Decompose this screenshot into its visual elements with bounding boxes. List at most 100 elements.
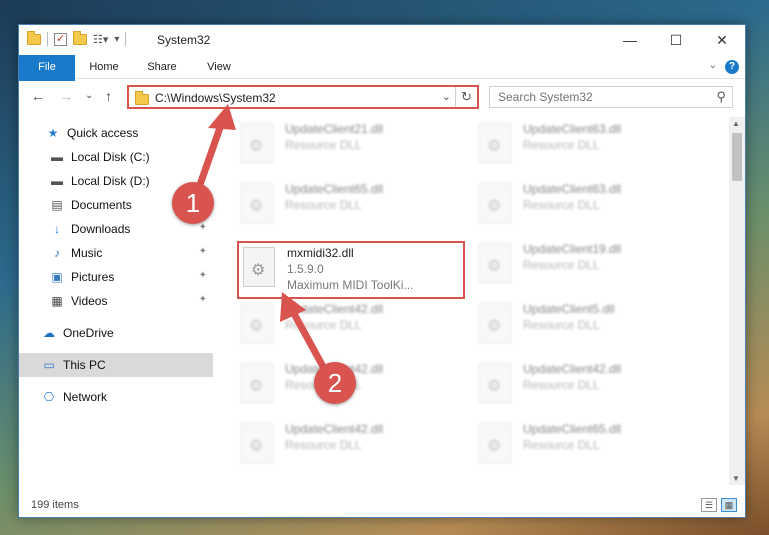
file-item[interactable]: UpdateClient63.dll Resource DLL (475, 179, 705, 231)
dll-file-icon (479, 123, 511, 163)
pin-icon[interactable]: ✦ (199, 222, 207, 233)
chevron-down-icon[interactable]: ▾ (114, 34, 119, 45)
sidebar-item-label: Videos (71, 294, 108, 308)
file-type: Resource DLL (285, 138, 362, 152)
navigation-pane: ★ Quick access ▬ Local Disk (C:) ▬ Local… (19, 117, 213, 485)
sidebar-item-network[interactable]: ⎔ Network (19, 385, 213, 409)
sidebar-item-label: Downloads (71, 222, 131, 236)
dll-file-icon (479, 243, 511, 283)
customize-toolbar-icon[interactable]: ☷▾ (93, 33, 108, 46)
music-icon: ♪ (54, 246, 60, 260)
file-item[interactable]: UpdateClient42.dll Resource DLL (475, 359, 705, 411)
file-item[interactable]: UpdateClient65.dll Resource DLL (237, 179, 467, 231)
dll-file-icon (479, 363, 511, 403)
forward-arrow-icon[interactable]: → (59, 88, 73, 104)
close-button[interactable]: ✕ (699, 25, 745, 55)
file-type: Resource DLL (285, 438, 362, 452)
file-name: UpdateClient63.dll (523, 182, 622, 196)
sidebar-item-this-pc[interactable]: ▭ This PC (19, 353, 213, 377)
file-item[interactable]: UpdateClient5.dll Resource DLL (475, 299, 705, 351)
file-type: Resource DLL (523, 138, 600, 152)
file-item[interactable]: UpdateClient19.dll Resource DLL (475, 239, 705, 291)
pin-icon[interactable]: ✦ (199, 270, 207, 281)
item-count: 199 items (31, 499, 79, 511)
dll-file-icon (479, 423, 511, 463)
file-name: UpdateClient65.dll (523, 422, 622, 436)
back-arrow-icon[interactable]: ← (31, 88, 45, 104)
sidebar-item-label: Music (71, 246, 103, 260)
dll-file-icon (241, 423, 273, 463)
scrollbar-thumb[interactable] (732, 133, 742, 181)
file-item-mxmidi32[interactable]: mxmidi32.dll 1.5.9.0 Maximum MIDI ToolKi… (237, 241, 465, 299)
file-item[interactable]: UpdateClient65.dll Resource DLL (475, 419, 705, 471)
sidebar-item-pictures[interactable]: ▣ Pictures ✦ (19, 265, 213, 289)
status-bar: 199 items ☰ ▦ (19, 495, 745, 517)
file-name: UpdateClient42.dll (523, 362, 622, 376)
file-description: Maximum MIDI ToolKi... (287, 278, 414, 292)
search-box[interactable]: ⚲ (489, 86, 733, 108)
file-type: Resource DLL (523, 438, 600, 452)
file-item[interactable]: UpdateClient42.dll Resource DLL (237, 299, 467, 351)
dll-file-icon (241, 303, 273, 343)
sidebar-item-label: Documents (71, 198, 132, 212)
recent-locations-icon[interactable]: ⌄ (85, 90, 93, 101)
details-view-icon[interactable]: ☰ (701, 498, 717, 512)
maximize-button[interactable]: ☐ (653, 25, 699, 55)
minimize-button[interactable]: — (607, 25, 653, 55)
drive-icon: ▬ (51, 174, 63, 188)
file-type: Resource DLL (523, 318, 600, 332)
up-arrow-icon[interactable]: ↑ (105, 88, 112, 104)
properties-icon[interactable] (54, 32, 67, 46)
file-type: Resource DLL (523, 198, 600, 212)
sidebar-item-music[interactable]: ♪ Music ✦ (19, 241, 213, 265)
address-bar[interactable]: C:\Windows\System32 ⌄ ↻ (127, 85, 479, 109)
sidebar-item-label: This PC (63, 358, 106, 372)
chevron-down-icon[interactable]: ⌄ (442, 90, 451, 103)
sidebar-item-quick-access[interactable]: ★ Quick access (19, 121, 213, 145)
vertical-scrollbar[interactable]: ▲ ▼ (729, 117, 745, 485)
help-icon[interactable]: ? (725, 60, 739, 74)
refresh-icon[interactable]: ↻ (455, 87, 477, 107)
tab-home[interactable]: Home (81, 55, 127, 79)
tiles-view-icon[interactable]: ▦ (721, 498, 737, 512)
pin-icon[interactable]: ✦ (199, 246, 207, 257)
dll-file-icon (241, 363, 273, 403)
document-icon: ▤ (51, 198, 63, 212)
quick-access-toolbar: ☷▾ ▾ (27, 30, 127, 46)
sidebar-item-label: Pictures (71, 270, 115, 284)
cloud-icon: ☁ (43, 326, 55, 340)
ribbon-tabs: File Home Share View ⌄ ? (19, 55, 745, 107)
scroll-up-icon[interactable]: ▲ (732, 119, 740, 128)
file-name: UpdateClient65.dll (285, 182, 384, 196)
sidebar-item-local-disk-c[interactable]: ▬ Local Disk (C:) (19, 145, 213, 169)
file-version: 1.5.9.0 (287, 262, 324, 276)
step-1-badge: 1 (172, 182, 214, 224)
computer-icon: ▭ (43, 358, 55, 372)
address-path[interactable]: C:\Windows\System32 (155, 91, 276, 105)
file-explorer-window: ☷▾ ▾ System32 — ☐ ✕ File Home Share View… (18, 24, 746, 518)
tab-view[interactable]: View (197, 55, 241, 79)
sidebar-item-onedrive[interactable]: ☁ OneDrive (19, 321, 213, 345)
file-item[interactable]: UpdateClient42.dll Resource DLL (237, 419, 467, 471)
dll-file-icon (241, 183, 273, 223)
file-item[interactable]: UpdateClient63.dll Resource DLL (475, 119, 705, 171)
sidebar-item-videos[interactable]: ▦ Videos ✦ (19, 289, 213, 313)
file-item[interactable]: UpdateClient21.dll Resource DLL (237, 119, 467, 171)
divider (125, 32, 127, 46)
star-icon: ★ (47, 126, 59, 140)
new-folder-icon[interactable] (73, 30, 87, 45)
search-icon[interactable]: ⚲ (716, 89, 726, 105)
file-list: UpdateClient21.dll Resource DLL UpdateCl… (219, 117, 731, 485)
file-type: Resource DLL (523, 258, 600, 272)
search-input[interactable] (490, 87, 700, 107)
expand-ribbon-icon[interactable]: ⌄ (709, 60, 717, 71)
scroll-down-icon[interactable]: ▼ (732, 474, 740, 483)
sidebar-item-label: Network (63, 390, 108, 404)
file-name: UpdateClient21.dll (285, 122, 384, 136)
title-bar: ☷▾ ▾ System32 — ☐ ✕ (19, 25, 745, 55)
folder-icon (27, 30, 41, 45)
tab-share[interactable]: Share (137, 55, 187, 79)
pictures-icon: ▣ (51, 270, 63, 284)
pin-icon[interactable]: ✦ (199, 294, 207, 305)
video-icon: ▦ (51, 294, 63, 308)
